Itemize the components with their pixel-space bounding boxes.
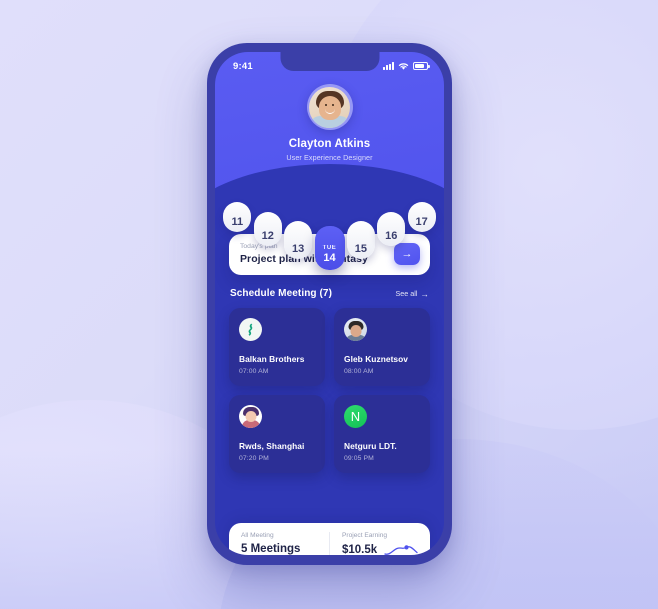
stat-value: 5 Meetings — [241, 543, 301, 555]
calendar-day-13[interactable]: 13 — [284, 221, 313, 259]
stat-value-row: $10.5k — [342, 543, 418, 555]
netguru-logo: N — [344, 405, 367, 428]
calendar-day-number: 14 — [323, 252, 336, 264]
meeting-card[interactable]: N Netguru LDT. 09:05 PM — [334, 395, 430, 473]
stat-value-row: 5 Meetings — [241, 543, 317, 555]
calendar-day-number: 17 — [415, 216, 428, 228]
calendar-day-number: 11 — [231, 216, 244, 228]
meeting-time: 07:20 PM — [239, 455, 269, 462]
calendar-strip[interactable]: 11 12 13 TUE 14 15 16 17 — [215, 202, 444, 270]
page-title: Schedule Meeting (7) — [230, 288, 333, 299]
stat-item: Project Earning $10.5k — [329, 532, 430, 555]
profile-role: User Experience Designer — [286, 153, 373, 162]
avatar[interactable] — [306, 84, 353, 130]
calendar-day-17[interactable]: 17 — [407, 202, 436, 232]
calendar-day-number: 16 — [385, 230, 398, 242]
stat-item: All Meeting 5 Meetings — [229, 532, 329, 555]
calendar-day-number: 13 — [292, 243, 305, 255]
meeting-name: Rwds, Shanghai — [239, 441, 305, 451]
meeting-time: 09:05 PM — [344, 455, 374, 462]
meeting-name: Netguru LDT. — [344, 441, 397, 451]
calendar-day-12[interactable]: 12 — [253, 212, 282, 246]
wifi-icon — [398, 62, 409, 70]
sparkline-chart — [384, 545, 418, 555]
cellular-signal-icon — [383, 62, 394, 70]
status-bar: 9:41 — [215, 52, 444, 76]
meeting-card[interactable]: Rwds, Shanghai 07:20 PM — [229, 395, 325, 473]
logo-glyph: ⌇ — [245, 321, 256, 338]
logo-glyph: N — [350, 409, 361, 424]
status-time: 9:41 — [233, 60, 253, 72]
calendar-day-number: 15 — [354, 243, 367, 255]
stat-label: Project Earning — [342, 532, 388, 539]
status-icons — [383, 62, 430, 71]
calendar-day-14[interactable]: TUE 14 — [314, 226, 345, 270]
battery-icon — [413, 62, 430, 70]
calendar-day-15[interactable]: 15 — [346, 221, 375, 259]
rwds-shanghai-avatar — [239, 405, 262, 428]
meeting-name: Balkan Brothers — [239, 354, 305, 364]
calendar-day-weekday: TUE — [322, 245, 337, 251]
stat-value: $10.5k — [342, 544, 378, 555]
stat-label: All Meeting — [241, 532, 274, 539]
phone-mockup: 9:41 Clayton Atkins User Experience Desi… — [207, 43, 452, 565]
profile-block: Clayton Atkins User Experience Designer — [215, 76, 444, 162]
see-all-label: See all — [395, 289, 418, 298]
meeting-card[interactable]: Gleb Kuznetsov 08:00 AM — [334, 308, 430, 386]
calendar-day-number: 12 — [261, 230, 274, 242]
schedule-section-header: Schedule Meeting (7) See all → — [230, 288, 429, 299]
meeting-card[interactable]: ⌇ Balkan Brothers 07:00 AM — [229, 308, 325, 386]
arrow-right-icon: → — [420, 288, 430, 299]
see-all-link[interactable]: See all → — [396, 289, 429, 299]
phone-screen: 9:41 Clayton Atkins User Experience Desi… — [215, 52, 444, 555]
meeting-grid: ⌇ Balkan Brothers 07:00 AM Gleb Kuznetsov 08… — [229, 308, 430, 473]
balkan-brothers-logo: ⌇ — [239, 318, 262, 341]
user-avatar-photo — [309, 86, 350, 128]
profile-name: Clayton Atkins — [288, 138, 371, 150]
meeting-time: 08:00 AM — [344, 368, 374, 375]
meeting-name: Gleb Kuznetsov — [344, 354, 408, 364]
calendar-day-11[interactable]: 11 — [223, 202, 252, 232]
stats-bar: All Meeting 5 Meetings Project Earning $10.… — [229, 523, 430, 555]
gleb-kuznetsov-avatar — [344, 318, 367, 341]
calendar-day-16[interactable]: 16 — [377, 212, 406, 246]
meeting-time: 07:00 AM — [239, 368, 269, 375]
